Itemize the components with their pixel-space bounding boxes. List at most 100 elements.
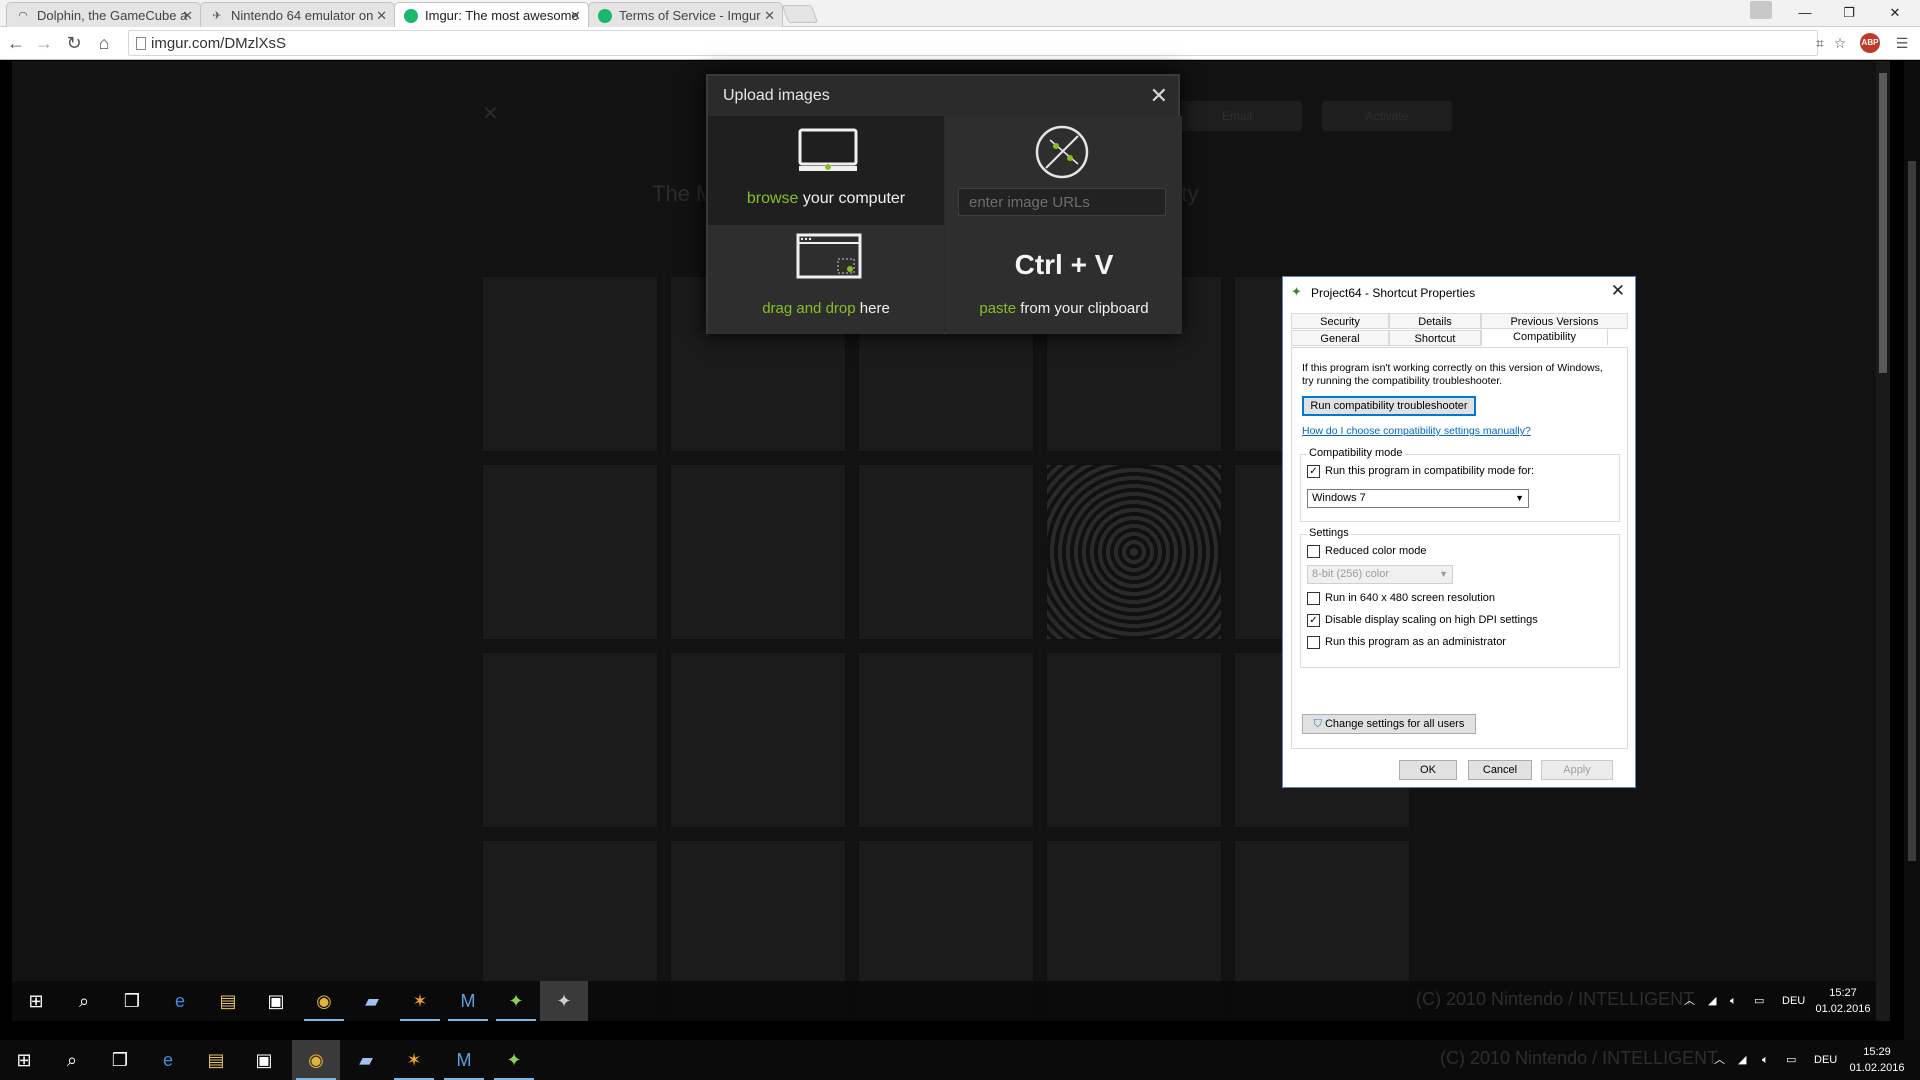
menu-icon[interactable]: ☰ (1892, 33, 1912, 53)
reload-icon[interactable]: ↻ (62, 31, 86, 55)
inner-language[interactable]: DEU (1782, 981, 1805, 1021)
search-icon[interactable]: ⌕ (60, 981, 108, 1021)
edge-icon[interactable]: e (156, 981, 204, 1021)
compat-mode-checkbox-row[interactable]: ✓ Run this program in compatibility mode… (1307, 465, 1607, 479)
edge-icon[interactable]: e (144, 1040, 192, 1080)
malwarebytes-icon[interactable]: M (444, 981, 492, 1021)
monitor-icon (798, 128, 858, 171)
reduced-color-checkbox[interactable] (1307, 545, 1320, 558)
dpi-scaling-checkbox[interactable]: ✓ (1307, 614, 1320, 627)
forward-icon[interactable]: → (32, 31, 56, 55)
tab-imgur[interactable]: Imgur: The most awesome ✕ (394, 2, 589, 27)
restore-icon[interactable]: ❐ (1826, 0, 1872, 26)
reduced-color-row[interactable]: Reduced color mode (1307, 545, 1607, 559)
chrome-icon[interactable]: ◉ (292, 1040, 340, 1080)
network-icon[interactable]: ◢ (1738, 1040, 1746, 1080)
tab-close-icon[interactable]: ✕ (764, 3, 775, 27)
tab-previous-versions[interactable]: Previous Versions (1481, 313, 1628, 329)
vlc-icon[interactable]: ✶ (396, 981, 444, 1021)
volume-icon[interactable]: 🔈︎ (1762, 1040, 1769, 1080)
drag-drop-option[interactable]: drag and drop here (708, 225, 944, 334)
manual-settings-link[interactable]: How do I choose compatibility settings m… (1302, 425, 1531, 437)
dialog-title-bar: ✦ Project64 - Shortcut Properties ✕ (1283, 277, 1635, 307)
tab-dolphin[interactable]: ◠ Dolphin, the GameCube a ✕ (6, 2, 201, 27)
home-icon[interactable]: ⌂ (92, 31, 116, 55)
adblock-icon[interactable]: ABP (1860, 33, 1880, 53)
tab-title: Nintendo 64 emulator on (231, 8, 374, 23)
run-admin-row[interactable]: Run this program as an administrator (1307, 636, 1607, 650)
color-depth-select: 8-bit (256) color ▼ (1307, 565, 1453, 584)
tab-terms[interactable]: Terms of Service - Imgur ✕ (588, 2, 783, 27)
close-window-icon[interactable]: ✕ (1872, 0, 1918, 26)
vlc-icon[interactable]: ✶ (390, 1040, 438, 1080)
tab-close-icon[interactable]: ✕ (570, 3, 581, 27)
outer-date: 01.02.2016 (1849, 1062, 1905, 1074)
notepad-icon[interactable]: ▰ (342, 1040, 390, 1080)
tray-chevron-icon[interactable]: ︿ (1684, 981, 1695, 1021)
network-icon[interactable]: ◢ (1708, 981, 1716, 1021)
tab-compatibility[interactable]: Compatibility (1481, 328, 1608, 346)
start-icon[interactable]: ⊞ (12, 981, 60, 1021)
file-explorer-icon[interactable]: ▤ (204, 981, 252, 1021)
run-troubleshooter-button[interactable]: Run compatibility troubleshooter (1302, 396, 1476, 416)
cancel-button[interactable]: Cancel (1468, 760, 1532, 780)
run-admin-checkbox[interactable] (1307, 636, 1320, 649)
inner-clock[interactable]: 15:27 01.02.2016 (1808, 985, 1878, 1017)
tab-title: Terms of Service - Imgur (619, 8, 761, 23)
task-view-icon[interactable]: ❒ (96, 1040, 144, 1080)
notifications-icon[interactable]: ▭ (1786, 1040, 1796, 1080)
page-scrollbar-thumb[interactable] (1879, 73, 1887, 373)
compat-mode-checkbox[interactable]: ✓ (1307, 465, 1320, 478)
gallery-thumbnail (858, 464, 1034, 640)
chrome-icon[interactable]: ◉ (300, 981, 348, 1021)
close-icon[interactable]: ✕ (1611, 281, 1625, 301)
tab-close-icon[interactable]: ✕ (182, 3, 193, 27)
url-input[interactable]: imgur.com/DMzlXsS (128, 30, 1818, 56)
minimize-icon[interactable]: — (1782, 0, 1828, 26)
profile-icon[interactable] (1750, 1, 1772, 19)
bookmark-star-icon[interactable]: ☆ (1830, 33, 1850, 53)
project64-properties-icon[interactable]: ✦ (540, 981, 588, 1021)
tab-close-icon[interactable]: ✕ (376, 3, 387, 27)
translate-icon[interactable]: ⌗ (1810, 33, 1830, 53)
inner-date: 01.02.2016 (1815, 1003, 1871, 1015)
browse-computer-option[interactable]: browse your computer (708, 116, 944, 225)
inner-time: 15:27 (1829, 987, 1857, 999)
page-scrollbar[interactable] (1876, 61, 1890, 1021)
notifications-icon[interactable]: ▭ (1754, 981, 1764, 1021)
overlay-close-icon[interactable]: ✕ (482, 101, 499, 126)
close-icon[interactable]: ✕ (1150, 83, 1168, 109)
tab-general[interactable]: General (1291, 330, 1389, 346)
store-icon[interactable]: ▣ (252, 981, 300, 1021)
search-icon[interactable]: ⌕ (48, 1040, 96, 1080)
tab-security[interactable]: Security (1291, 313, 1389, 329)
dpi-scaling-row[interactable]: ✓ Disable display scaling on high DPI se… (1307, 614, 1607, 628)
project64-icon[interactable]: ✦ (492, 981, 540, 1021)
tab-details[interactable]: Details (1389, 313, 1481, 329)
res-640-row[interactable]: Run in 640 x 480 screen resolution (1307, 592, 1607, 606)
outer-clock[interactable]: 15:29 01.02.2016 (1842, 1044, 1912, 1076)
tab-shortcut[interactable]: Shortcut (1389, 330, 1481, 346)
store-icon[interactable]: ▣ (240, 1040, 288, 1080)
notepad-icon[interactable]: ▰ (348, 981, 396, 1021)
volume-icon[interactable]: 🔈︎ (1730, 981, 1737, 1021)
apply-button[interactable]: Apply (1541, 760, 1613, 780)
new-tab-button[interactable] (781, 5, 819, 23)
change-settings-all-users-button[interactable]: ⛉ Change settings for all users (1302, 714, 1476, 734)
ok-button[interactable]: OK (1399, 760, 1457, 780)
project64-icon[interactable]: ✦ (490, 1040, 538, 1080)
tab-nintendo64[interactable]: ✈ Nintendo 64 emulator on ✕ (200, 2, 395, 27)
compat-os-select[interactable]: Windows 7 ▼ (1307, 489, 1529, 508)
outer-scrollbar-thumb[interactable] (1908, 161, 1916, 861)
res-640-checkbox[interactable] (1307, 592, 1320, 605)
back-icon[interactable]: ← (4, 31, 28, 55)
tray-chevron-icon[interactable]: ︿ (1714, 1040, 1725, 1080)
outer-language[interactable]: DEU (1814, 1040, 1837, 1080)
task-view-icon[interactable]: ❒ (108, 981, 156, 1021)
outer-scrollbar[interactable] (1904, 61, 1920, 1051)
start-icon[interactable]: ⊞ (0, 1040, 48, 1080)
file-explorer-icon[interactable]: ▤ (192, 1040, 240, 1080)
image-url-input[interactable]: enter image URLs (958, 188, 1166, 216)
page-icon (136, 37, 146, 50)
malwarebytes-icon[interactable]: M (440, 1040, 488, 1080)
